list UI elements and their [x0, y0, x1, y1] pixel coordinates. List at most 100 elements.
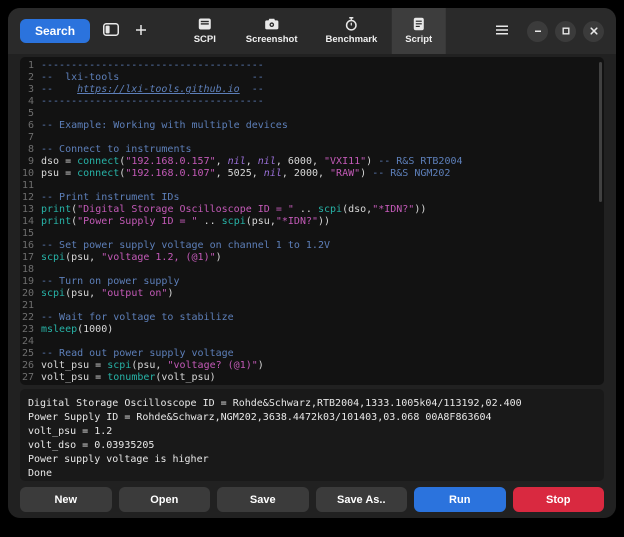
code-text: dso = connect("192.168.0.157", nil, nil,… [41, 156, 463, 168]
stop-button[interactable]: Stop [513, 487, 605, 512]
code-line: 12-- Print instrument IDs [20, 192, 604, 204]
minimize-icon [533, 24, 543, 39]
code-line: 8-- Connect to instruments [20, 144, 604, 156]
new-tab-button[interactable] [132, 21, 150, 42]
line-number: 21 [20, 300, 41, 312]
line-number: 11 [20, 180, 41, 192]
line-number: 17 [20, 252, 41, 264]
code-text: -- Turn on power supply [41, 276, 179, 288]
line-number: 9 [20, 156, 41, 168]
code-text: print("Power Supply ID = " .. scpi(psu,"… [41, 216, 330, 228]
search-button[interactable]: Search [20, 19, 90, 43]
lxi-tools-window: Search SCPI Screenshot Benchmark Script [8, 8, 616, 518]
code-lines: 1-------------------------------------2-… [20, 60, 604, 384]
line-number: 20 [20, 288, 41, 300]
code-text: ------------------------------------- [41, 60, 264, 72]
header-bar: Search SCPI Screenshot Benchmark Script [8, 8, 616, 54]
run-button[interactable]: Run [414, 487, 506, 512]
line-number: 3 [20, 84, 41, 96]
code-line: 10psu = connect("192.168.0.107", 5025, n… [20, 168, 604, 180]
code-line: 23msleep(1000) [20, 324, 604, 336]
code-line: 27volt_psu = tonumber(volt_psu) [20, 372, 604, 384]
sidebar-toggle-button[interactable] [100, 20, 122, 42]
sidebar-toggle-icon [103, 23, 119, 39]
tab-strip: SCPI Screenshot Benchmark Script [178, 8, 446, 54]
code-text: scpi(psu, "output on") [41, 288, 173, 300]
code-line: 17scpi(psu, "voltage 1.2, (@1)") [20, 252, 604, 264]
code-line: 3-- https://lxi-tools.github.io -- [20, 84, 604, 96]
line-number: 16 [20, 240, 41, 252]
header-left-group: Search [8, 19, 150, 43]
line-number: 22 [20, 312, 41, 324]
code-text: -- Read out power supply voltage [41, 348, 234, 360]
open-button[interactable]: Open [119, 487, 211, 512]
line-number: 19 [20, 276, 41, 288]
console-line: Power Supply ID = Rohde&Schwarz,NGM202,3… [28, 411, 596, 425]
line-number: 2 [20, 72, 41, 84]
stopwatch-icon [345, 17, 358, 31]
code-text: -- https://lxi-tools.github.io -- [41, 84, 264, 96]
code-text: print("Digital Storage Oscilloscope ID =… [41, 204, 426, 216]
code-text: scpi(psu, "voltage 1.2, (@1)") [41, 252, 222, 264]
console-line: volt_psu = 1.2 [28, 425, 596, 439]
code-line: 7 [20, 132, 604, 144]
line-number: 13 [20, 204, 41, 216]
code-text: -- Example: Working with multiple device… [41, 120, 288, 132]
tab-screenshot[interactable]: Screenshot [232, 8, 312, 54]
line-number: 14 [20, 216, 41, 228]
output-console: Digital Storage Oscilloscope ID = Rohde&… [20, 389, 604, 481]
line-number: 27 [20, 372, 41, 384]
script-editor[interactable]: 1-------------------------------------2-… [20, 57, 604, 385]
line-number: 24 [20, 336, 41, 348]
line-number: 10 [20, 168, 41, 180]
console-line: volt_dso = 0.03935205 [28, 439, 596, 453]
code-line: 22-- Wait for voltage to stabilize [20, 312, 604, 324]
code-line: 15 [20, 228, 604, 240]
editor-scrollbar[interactable] [599, 62, 602, 202]
line-number: 6 [20, 120, 41, 132]
line-number: 12 [20, 192, 41, 204]
code-line: 14print("Power Supply ID = " .. scpi(psu… [20, 216, 604, 228]
line-number: 1 [20, 60, 41, 72]
plus-icon [135, 24, 147, 39]
code-text: -- Set power supply voltage on channel 1… [41, 240, 330, 252]
code-text: volt_psu = scpi(psu, "voltage? (@1)") [41, 360, 264, 372]
line-number: 15 [20, 228, 41, 240]
code-line: 1------------------------------------- [20, 60, 604, 72]
code-line: 2-- lxi-tools -- [20, 72, 604, 84]
line-number: 4 [20, 96, 41, 108]
code-text: -- Wait for voltage to stabilize [41, 312, 234, 324]
camera-icon [265, 17, 279, 31]
code-line: 9dso = connect("192.168.0.157", nil, nil… [20, 156, 604, 168]
code-line: 16-- Set power supply voltage on channel… [20, 240, 604, 252]
script-icon [413, 17, 425, 31]
tab-label: SCPI [194, 34, 216, 45]
minimize-button[interactable] [527, 21, 548, 42]
close-button[interactable] [583, 21, 604, 42]
code-line: 20scpi(psu, "output on") [20, 288, 604, 300]
console-line: Done [28, 467, 596, 481]
code-line: 24 [20, 336, 604, 348]
tab-scpi[interactable]: SCPI [178, 8, 232, 54]
code-line: 26volt_psu = scpi(psu, "voltage? (@1)") [20, 360, 604, 372]
tab-script[interactable]: Script [391, 8, 446, 54]
line-number: 8 [20, 144, 41, 156]
hamburger-menu-icon [495, 24, 509, 39]
code-line: 19-- Turn on power supply [20, 276, 604, 288]
main-menu-button[interactable] [492, 21, 512, 42]
tab-label: Screenshot [246, 34, 298, 45]
code-text: -- Connect to instruments [41, 144, 192, 156]
code-text: volt_psu = tonumber(volt_psu) [41, 372, 216, 384]
code-line: 11 [20, 180, 604, 192]
code-text: psu = connect("192.168.0.107", 5025, nil… [41, 168, 450, 180]
tab-benchmark[interactable]: Benchmark [312, 8, 392, 54]
line-number: 18 [20, 264, 41, 276]
new-button[interactable]: New [20, 487, 112, 512]
save-button[interactable]: Save [217, 487, 309, 512]
maximize-button[interactable] [555, 21, 576, 42]
code-line: 6-- Example: Working with multiple devic… [20, 120, 604, 132]
tab-label: Script [405, 34, 432, 45]
close-icon [589, 24, 599, 39]
action-bar: New OpenSave Save As..Run Stop [20, 487, 604, 512]
save-as-button[interactable]: Save As.. [316, 487, 408, 512]
